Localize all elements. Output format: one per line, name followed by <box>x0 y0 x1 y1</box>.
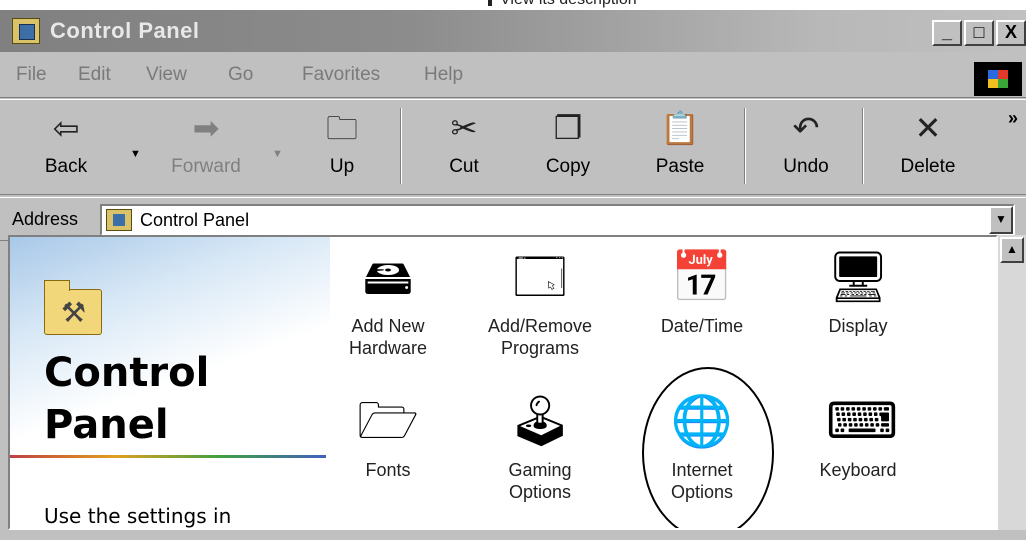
clipboard-icon: 📋 <box>660 110 700 146</box>
forward-button[interactable]: ➡ Forward <box>166 108 246 188</box>
folder-view: Control Panel Use the settings in 🖴 Add … <box>8 235 998 530</box>
pane-title: Control Panel <box>44 350 210 448</box>
delete-x-icon: ✕ <box>914 110 942 146</box>
undo-icon: ↶ <box>792 110 820 146</box>
scroll-up-arrow-icon[interactable]: ▲ <box>1000 237 1024 263</box>
delete-button[interactable]: ✕ Delete <box>888 108 968 188</box>
highlight-circle <box>642 367 774 528</box>
menu-edit[interactable]: Edit <box>78 64 111 86</box>
applet-add-new-hardware[interactable]: 🖴 Add New Hardware <box>318 245 458 359</box>
undo-button[interactable]: ↶ Undo <box>766 108 846 188</box>
menu-favorites[interactable]: Favorites <box>302 64 380 86</box>
close-button[interactable]: X <box>996 20 1026 46</box>
address-dropdown-arrow-icon[interactable]: ▼ <box>989 206 1013 234</box>
caption-strip: View its description <box>0 0 1026 10</box>
toolbar-separator <box>744 108 746 184</box>
programs-window-icon: 🗔 <box>512 249 568 305</box>
window-title: Control Panel <box>50 18 200 43</box>
cut-button[interactable]: ✂ Cut <box>424 108 504 188</box>
calendar-clock-icon: 📅 <box>670 249 734 305</box>
control-panel-folder-icon <box>44 280 102 335</box>
caption-bullet <box>488 0 492 6</box>
pane-description: Use the settings in <box>44 504 232 528</box>
applet-fonts[interactable]: 🗁 Fonts <box>318 389 458 481</box>
toolbar-overflow-icon[interactable]: » <box>1008 108 1018 129</box>
applet-add-remove-programs[interactable]: 🗔 Add/Remove Programs <box>470 245 610 359</box>
paste-button[interactable]: 📋 Paste <box>640 108 720 188</box>
caption-text: View its description <box>500 0 637 9</box>
menu-file[interactable]: File <box>16 64 47 86</box>
vertical-scrollbar[interactable]: ▲ <box>998 235 1026 530</box>
menu-help[interactable]: Help <box>424 64 463 86</box>
windows-logo-icon <box>974 62 1022 96</box>
joystick-icon: 🕹 <box>508 393 572 449</box>
toolbar: ⇦ Back ▼ ➡ Forward ▼ 🗀 Up ✂ Cut ❐ Copy 📋… <box>0 99 1026 195</box>
up-button[interactable]: 🗀 Up <box>302 108 382 188</box>
title-bar[interactable]: Control Panel _ □ X <box>0 10 1026 52</box>
menu-go[interactable]: Go <box>228 64 253 86</box>
forward-arrow-icon: ➡ <box>192 110 220 146</box>
keyboard-icon: ⌨ <box>826 393 899 449</box>
maximize-button[interactable]: □ <box>964 20 994 46</box>
address-input[interactable]: Control Panel ▼ <box>100 204 1015 236</box>
toolbar-separator <box>862 108 864 184</box>
pane-rule <box>10 455 326 458</box>
web-view-pane: Control Panel Use the settings in <box>10 237 330 528</box>
back-dropdown-arrow-icon[interactable]: ▼ <box>130 148 141 160</box>
control-panel-icon <box>12 18 40 44</box>
applet-gaming-options[interactable]: 🕹 Gaming Options <box>470 389 610 503</box>
copy-button[interactable]: ❐ Copy <box>528 108 608 188</box>
control-panel-icon <box>106 209 132 231</box>
menu-bar: File Edit View Go Favorites Help <box>0 54 1026 98</box>
menu-view[interactable]: View <box>146 64 187 86</box>
fonts-folder-icon: 🗁 <box>357 393 419 449</box>
forward-dropdown-arrow-icon[interactable]: ▼ <box>272 148 283 160</box>
monitor-icon: 🖥 <box>826 249 890 305</box>
applet-display[interactable]: 🖥 Display <box>788 245 928 337</box>
toolbar-separator <box>400 108 402 184</box>
minimize-button[interactable]: _ <box>932 20 962 46</box>
applet-keyboard[interactable]: ⌨ Keyboard <box>788 389 928 481</box>
address-label: Address <box>12 209 79 229</box>
back-button[interactable]: ⇦ Back <box>26 108 106 188</box>
back-arrow-icon: ⇦ <box>52 110 80 146</box>
address-value: Control Panel <box>140 210 250 230</box>
folder-up-icon: 🗀 <box>325 110 358 146</box>
copy-icon: ❐ <box>553 110 583 146</box>
scissors-icon: ✂ <box>450 110 478 146</box>
hardware-card-icon: 🖴 <box>362 249 414 305</box>
applet-date-time[interactable]: 📅 Date/Time <box>632 245 772 337</box>
